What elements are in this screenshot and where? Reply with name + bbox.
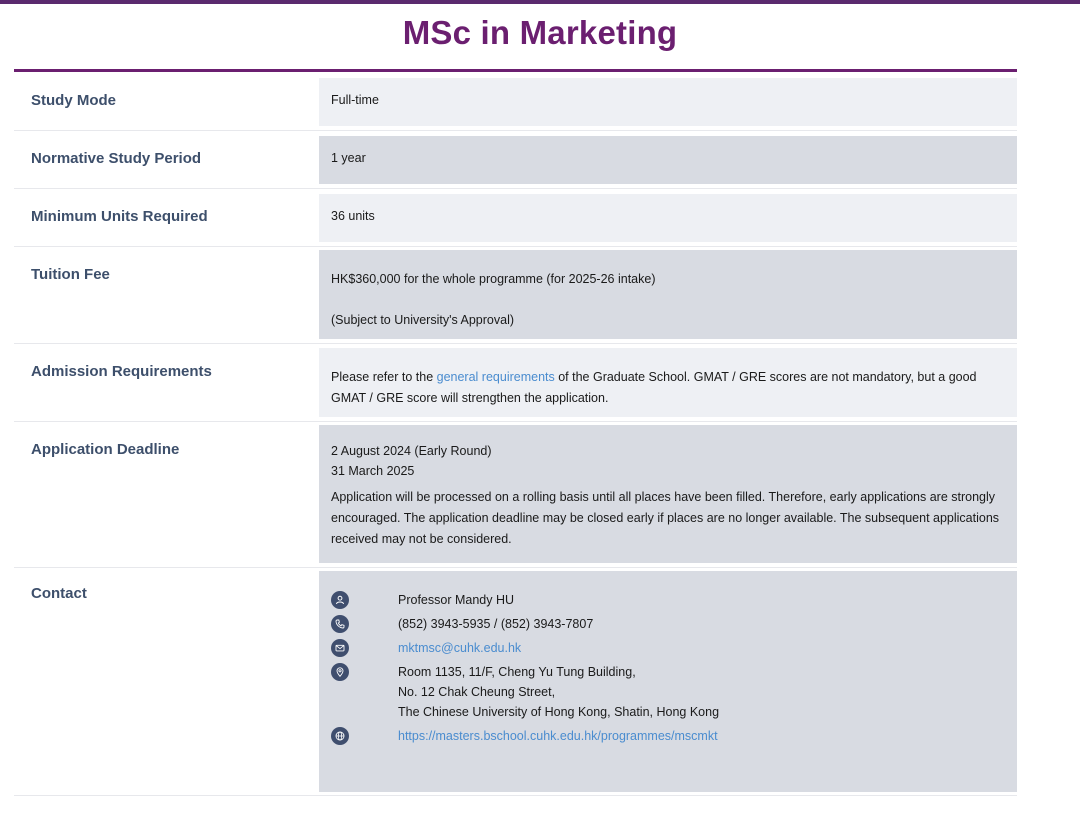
- contact-address-line: Room 1135, 11/F, Cheng Yu Tung Building,…: [331, 662, 1005, 722]
- tuition-fee-amount: HK$360,000 for the whole programme (for …: [331, 272, 656, 286]
- row-minimum-units: Minimum Units Required 36 units: [14, 188, 1017, 247]
- deadline-early-round: 2 August 2024 (Early Round): [331, 444, 492, 458]
- programme-website-link[interactable]: https://masters.bschool.cuhk.edu.hk/prog…: [398, 729, 718, 743]
- row-admission-requirements: Admission Requirements Please refer to t…: [14, 343, 1017, 422]
- contact-phone: (852) 3943-5935 / (852) 3943-7807: [398, 617, 594, 631]
- row-study-mode: Study Mode Full-time: [14, 72, 1017, 131]
- row-study-period: Normative Study Period 1 year: [14, 130, 1017, 189]
- contact-email-link[interactable]: mktmsc@cuhk.edu.hk: [398, 641, 521, 655]
- contact-name: Professor Mandy HU: [398, 593, 515, 607]
- phone-icon: [331, 615, 349, 633]
- application-deadline-label: Application Deadline: [31, 441, 180, 458]
- contact-email-line: mktmsc@cuhk.edu.hk: [331, 638, 1005, 662]
- contact-phone-line: (852) 3943-5935 / (852) 3943-7807: [331, 614, 1005, 638]
- page-title: MSc in Marketing: [402, 14, 678, 51]
- row-application-deadline: Application Deadline 2 August 2024 (Earl…: [14, 421, 1017, 568]
- study-mode-value: Full-time: [319, 78, 1017, 126]
- study-mode-label: Study Mode: [31, 92, 116, 109]
- study-period-value: 1 year: [319, 136, 1017, 184]
- person-icon: [331, 591, 349, 609]
- deadline-note: Application will be processed on a rolli…: [331, 490, 1000, 546]
- study-period-label: Normative Study Period: [31, 150, 202, 167]
- minimum-units-label: Minimum Units Required: [31, 208, 208, 225]
- deadline-final: 31 March 2025: [331, 464, 415, 478]
- contact-address-line-3: The Chinese University of Hong Kong, Sha…: [398, 705, 720, 719]
- email-icon: [331, 639, 349, 657]
- tuition-fee-label: Tuition Fee: [31, 266, 110, 283]
- contact-value: Professor Mandy HU (852) 3943-5935 / (85…: [319, 571, 1017, 792]
- location-icon: [331, 663, 349, 681]
- general-requirements-link[interactable]: general requirements: [437, 370, 555, 384]
- contact-label: Contact: [31, 585, 87, 602]
- admission-requirements-label: Admission Requirements: [31, 363, 212, 380]
- contact-address-line-1: Room 1135, 11/F, Cheng Yu Tung Building,: [398, 665, 636, 679]
- admission-requirements-value: Please refer to the general requirements…: [319, 348, 1017, 417]
- minimum-units-value: 36 units: [319, 194, 1017, 242]
- admission-text-prefix: Please refer to the: [331, 370, 437, 384]
- contact-address-line-2: No. 12 Chak Cheung Street,: [398, 685, 556, 699]
- contact-website-line: https://masters.bschool.cuhk.edu.hk/prog…: [331, 726, 1005, 750]
- contact-name-line: Professor Mandy HU: [331, 590, 1005, 614]
- tuition-fee-note: (Subject to University's Approval): [331, 313, 515, 327]
- tuition-fee-value: HK$360,000 for the whole programme (for …: [319, 250, 1017, 339]
- row-tuition-fee: Tuition Fee HK$360,000 for the whole pro…: [14, 246, 1017, 344]
- application-deadline-value: 2 August 2024 (Early Round) 31 March 202…: [319, 425, 1017, 563]
- row-contact: Contact Professor Mandy HU (852) 3943-59…: [14, 567, 1017, 796]
- globe-icon: [331, 727, 349, 745]
